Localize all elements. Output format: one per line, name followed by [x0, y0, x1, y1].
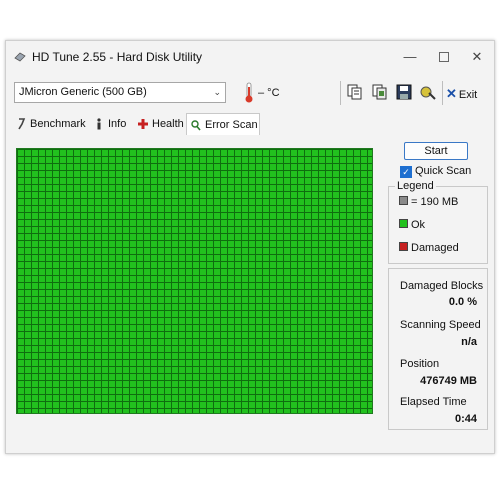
window-title: HD Tune 2.55 - Hard Disk Utility — [32, 50, 203, 64]
exit-button[interactable]: ✕ Exit — [446, 86, 477, 102]
drive-select[interactable]: JMicron Generic (500 GB) ⌄ — [14, 82, 226, 103]
green-block-icon — [399, 219, 408, 228]
tab-bar: Benchmark Info Health Error Scan — [6, 113, 494, 137]
legend-damaged: Damaged — [399, 242, 459, 254]
legend-title: Legend — [395, 180, 436, 192]
error-scan-panel: Start ✓ Quick Scan Legend = 190 MB Ok Dam… — [6, 135, 494, 453]
tab-label: Info — [108, 118, 127, 130]
quick-scan-checkbox[interactable]: ✓ Quick Scan — [400, 165, 471, 178]
close-icon: ✕ — [471, 49, 483, 64]
thermometer-icon — [245, 82, 253, 103]
info-icon — [97, 118, 101, 130]
minimize-button[interactable]: — — [393, 46, 427, 68]
copy-image-icon[interactable] — [371, 83, 389, 101]
legend-box: Legend = 190 MB Ok Damaged — [388, 180, 488, 264]
scanning-speed-label: Scanning Speed — [400, 319, 481, 331]
position-value: 476749 MB — [420, 375, 477, 387]
maximize-icon — [439, 52, 449, 62]
damaged-blocks-label: Damaged Blocks — [400, 280, 484, 292]
start-button[interactable]: Start — [404, 142, 468, 160]
tab-benchmark[interactable]: Benchmark — [12, 115, 86, 134]
options-icon[interactable] — [419, 83, 437, 101]
close-button[interactable]: ✕ — [460, 46, 494, 68]
chevron-down-icon: ⌄ — [213, 87, 221, 97]
elapsed-time-value: 0:44 — [454, 413, 477, 425]
magnifier-icon — [191, 120, 201, 131]
legend-ok: Ok — [399, 219, 425, 231]
legend-damaged-label: Damaged — [411, 242, 459, 254]
damaged-blocks-value: 0.0 % — [448, 296, 477, 308]
scan-stats-box: Damaged Blocks 0.0 % Scanning Speed n/a … — [388, 268, 488, 430]
copy-text-icon[interactable] — [346, 83, 364, 101]
save-icon[interactable] — [395, 83, 413, 101]
toolbar: JMicron Generic (500 GB) ⌄ – °C ✕ Exit — [6, 73, 494, 113]
quick-scan-label: Quick Scan — [415, 165, 472, 177]
red-block-icon — [399, 242, 408, 251]
toolbar-separator — [442, 81, 443, 105]
app-window: HD Tune 2.55 - Hard Disk Utility — ✕ JMi… — [5, 40, 495, 454]
exit-icon: ✕ — [446, 86, 457, 101]
elapsed-time-label: Elapsed Time — [400, 396, 467, 408]
tab-label: Benchmark — [30, 118, 86, 130]
health-cross-icon — [138, 119, 148, 130]
scan-block-map — [16, 148, 373, 414]
legend-block-size: = 190 MB — [399, 196, 458, 208]
position-label: Position — [400, 358, 440, 370]
title-bar: HD Tune 2.55 - Hard Disk Utility — ✕ — [6, 41, 494, 73]
benchmark-icon — [18, 118, 26, 130]
tab-error-scan[interactable]: Error Scan — [186, 113, 260, 137]
legend-block-size-label: = 190 MB — [411, 196, 459, 208]
exit-label: Exit — [458, 89, 478, 101]
disk-icon — [14, 52, 26, 62]
grey-block-icon — [399, 196, 408, 205]
temperature-readout: – °C — [258, 87, 280, 99]
tab-label: Error Scan — [205, 119, 258, 131]
toolbar-separator — [340, 81, 341, 105]
checkbox-checked-icon: ✓ — [400, 166, 412, 178]
minimize-icon: — — [403, 49, 417, 64]
scanning-speed-value: n/a — [461, 336, 477, 348]
tab-info[interactable]: Info — [90, 115, 126, 134]
tab-label: Health — [152, 118, 184, 130]
legend-ok-label: Ok — [411, 219, 426, 231]
tab-health[interactable]: Health — [134, 115, 184, 134]
drive-select-value: JMicron Generic (500 GB) — [19, 86, 147, 98]
maximize-button[interactable] — [427, 46, 461, 68]
